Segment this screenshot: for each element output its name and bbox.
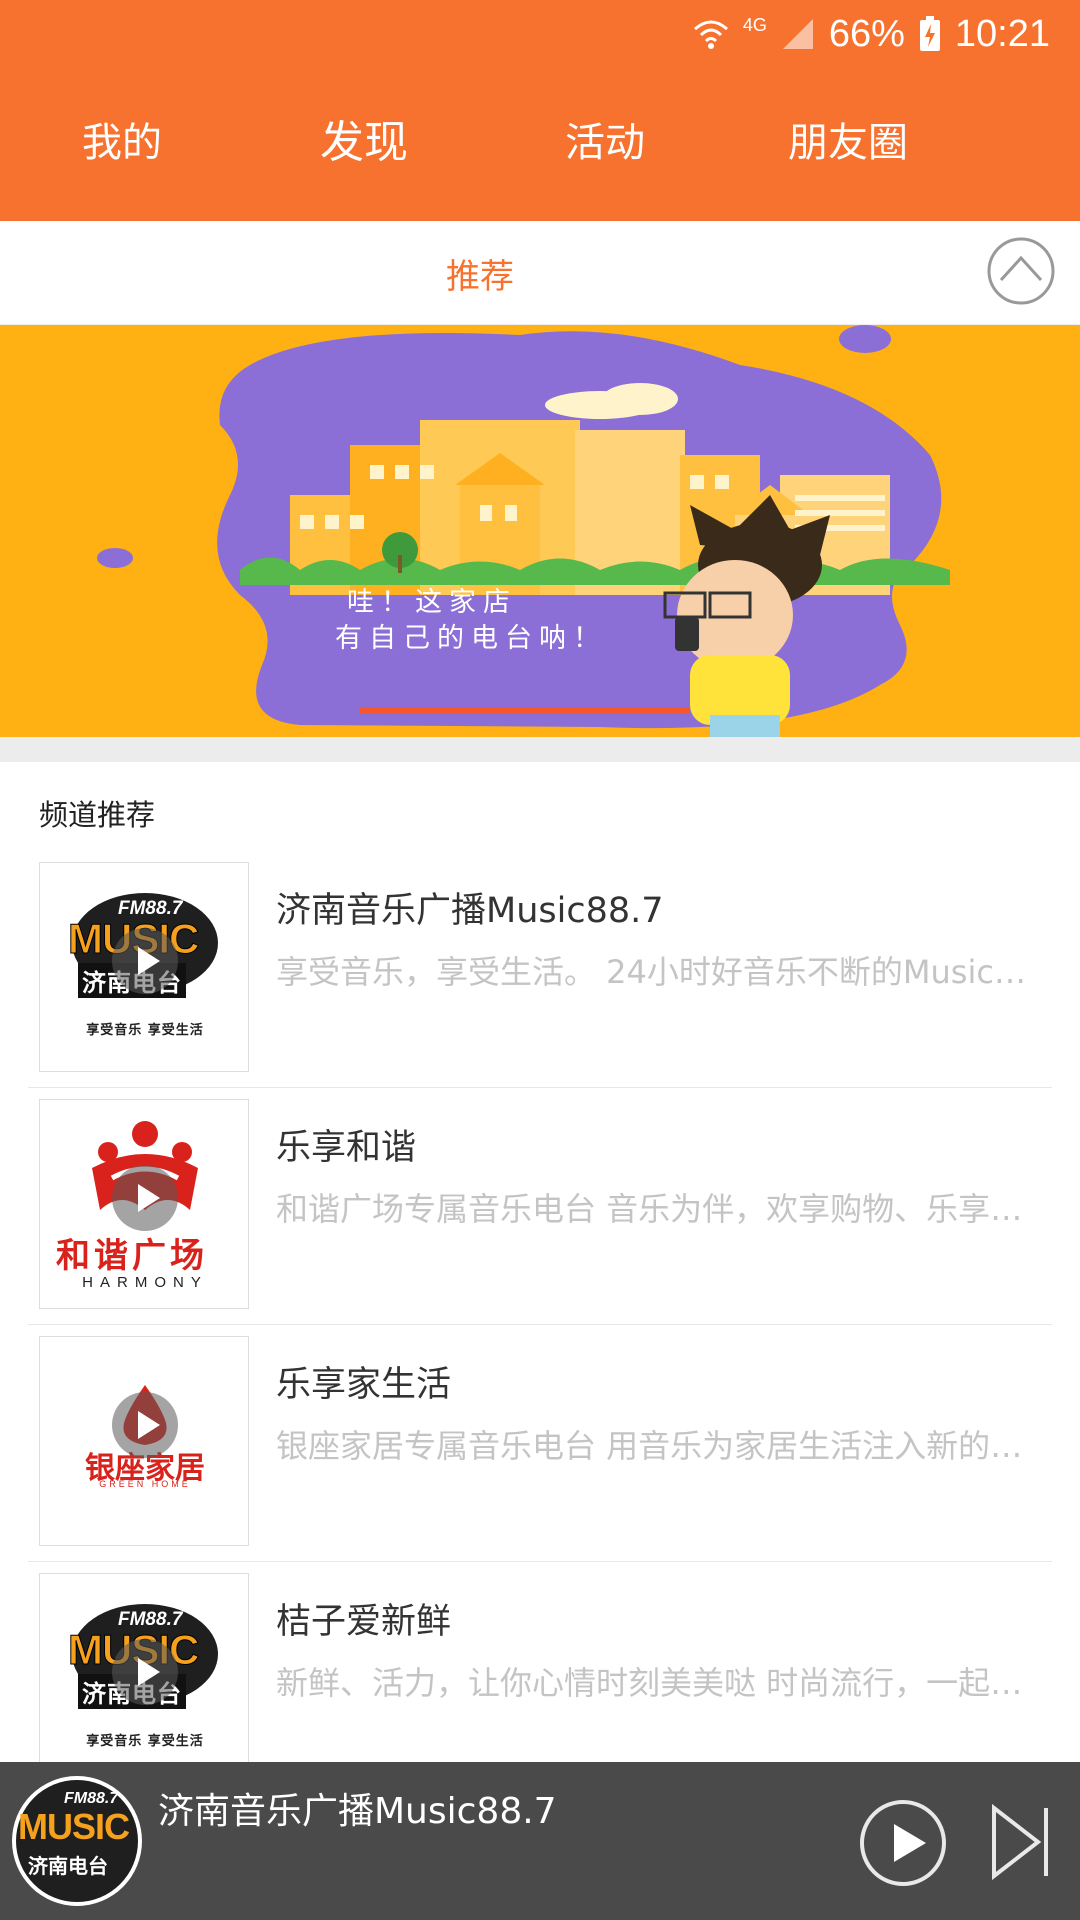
signal-icon <box>782 19 813 49</box>
yinzuo-en-text: GREEN HOME <box>99 1479 191 1489</box>
play-icon[interactable] <box>112 1165 178 1231</box>
list-item[interactable]: 银座家居 GREEN HOME 乐享家生活 银座家居专属音乐电台 用音乐为家居生… <box>0 1326 1080 1562</box>
tab-discover[interactable]: 发现 <box>320 110 408 176</box>
clock: 10:21 <box>954 12 1050 55</box>
section-divider <box>0 737 1080 762</box>
banner-caption-line2: 有自己的电台呐！ <box>335 623 607 654</box>
channel-title: 桔子爱新鲜 <box>276 1602 452 1642</box>
promo-banner[interactable]: 哇！这家店 有自己的电台呐！ <box>0 325 1080 737</box>
play-icon[interactable] <box>112 1392 178 1458</box>
play-icon[interactable] <box>112 928 178 994</box>
play-icon[interactable] <box>112 1639 178 1705</box>
divider <box>28 1324 1052 1325</box>
network-type-label: 4G <box>742 14 767 35</box>
chevron-up-icon[interactable] <box>986 236 1056 306</box>
channel-title: 乐享和谐 <box>276 1128 417 1168</box>
divider <box>28 1561 1052 1562</box>
channel-title: 济南音乐广播Music88.7 <box>276 891 664 931</box>
banner-caption-line1: 哇！这家店 <box>347 587 517 618</box>
cover-cn-text: 济南电台 <box>28 1854 108 1878</box>
list-item[interactable]: FM88.7 MUSIC 济南电台 享受音乐 享受生活 济南音乐广播Music8… <box>0 852 1080 1088</box>
divider <box>28 1087 1052 1088</box>
tab-activity[interactable]: 活动 <box>565 110 645 176</box>
banner-caption: 哇！这家店 有自己的电台呐！ <box>335 585 607 657</box>
channel-description: 新鲜、活力，让你心情时刻美美哒 时尚流行，一起分享 <box>276 1664 1036 1702</box>
battery-charging-icon <box>919 16 940 51</box>
channel-thumbnail[interactable]: 和谐广场 HARMONY <box>39 1099 249 1309</box>
now-playing-cover[interactable]: FM88.7 MUSIC 济南电台 <box>12 1776 142 1906</box>
channel-thumbnail[interactable]: FM88.7 MUSIC 济南电台 享受音乐 享受生活 <box>39 1573 249 1783</box>
channel-title: 乐享家生活 <box>276 1365 452 1405</box>
harmony-en-text: HARMONY <box>82 1274 208 1291</box>
tab-mine[interactable]: 我的 <box>82 110 162 176</box>
sub-tab-bar: 推荐 <box>0 221 1080 325</box>
channel-section-title: 频道推荐 <box>39 798 156 832</box>
next-track-icon[interactable] <box>990 1802 1052 1882</box>
channel-thumbnail[interactable]: 银座家居 GREEN HOME <box>39 1336 249 1546</box>
logo-slogan: 享受音乐 享受生活 <box>86 1023 204 1038</box>
tab-recommended[interactable]: 推荐 <box>446 249 514 298</box>
tab-friends-circle[interactable]: 朋友圈 <box>788 110 908 176</box>
battery-percent: 66% <box>828 12 905 55</box>
cover-music-text: MUSIC <box>18 1806 130 1847</box>
channel-description: 银座家居专属音乐电台 用音乐为家居生活注入新的活力 <box>276 1427 1036 1465</box>
list-item[interactable]: 和谐广场 HARMONY 乐享和谐 和谐广场专属音乐电台 音乐为伴，欢享购物、乐… <box>0 1089 1080 1325</box>
top-nav: 我的 发现 活动 朋友圈 <box>0 110 1080 176</box>
channel-description: 和谐广场专属音乐电台 音乐为伴，欢享购物、乐享生活 <box>276 1190 1036 1228</box>
wifi-icon <box>693 20 728 49</box>
now-playing-title: 济南音乐广播Music88.7 <box>158 1791 557 1832</box>
channel-thumbnail[interactable]: FM88.7 MUSIC 济南电台 享受音乐 享受生活 <box>39 862 249 1072</box>
harmony-cn-text: 和谐广场 <box>56 1236 208 1276</box>
banner-illustration <box>97 325 950 737</box>
header-bar: 4G 66% 10:21 我的 发现 活动 朋友圈 <box>0 0 1080 221</box>
app-screen: 4G 66% 10:21 我的 发现 活动 朋友圈 推荐 哇！这家店 有自己的电… <box>0 0 1080 1920</box>
play-button[interactable] <box>860 1800 946 1886</box>
logo-slogan: 享受音乐 享受生活 <box>86 1734 204 1749</box>
now-playing-bar[interactable]: FM88.7 MUSIC 济南电台 济南音乐广播Music88.7 <box>0 1762 1080 1920</box>
status-bar: 4G 66% 10:21 <box>693 8 1050 60</box>
channel-description: 享受音乐，享受生活。 24小时好音乐不断的Music88.7 <box>276 953 1036 991</box>
